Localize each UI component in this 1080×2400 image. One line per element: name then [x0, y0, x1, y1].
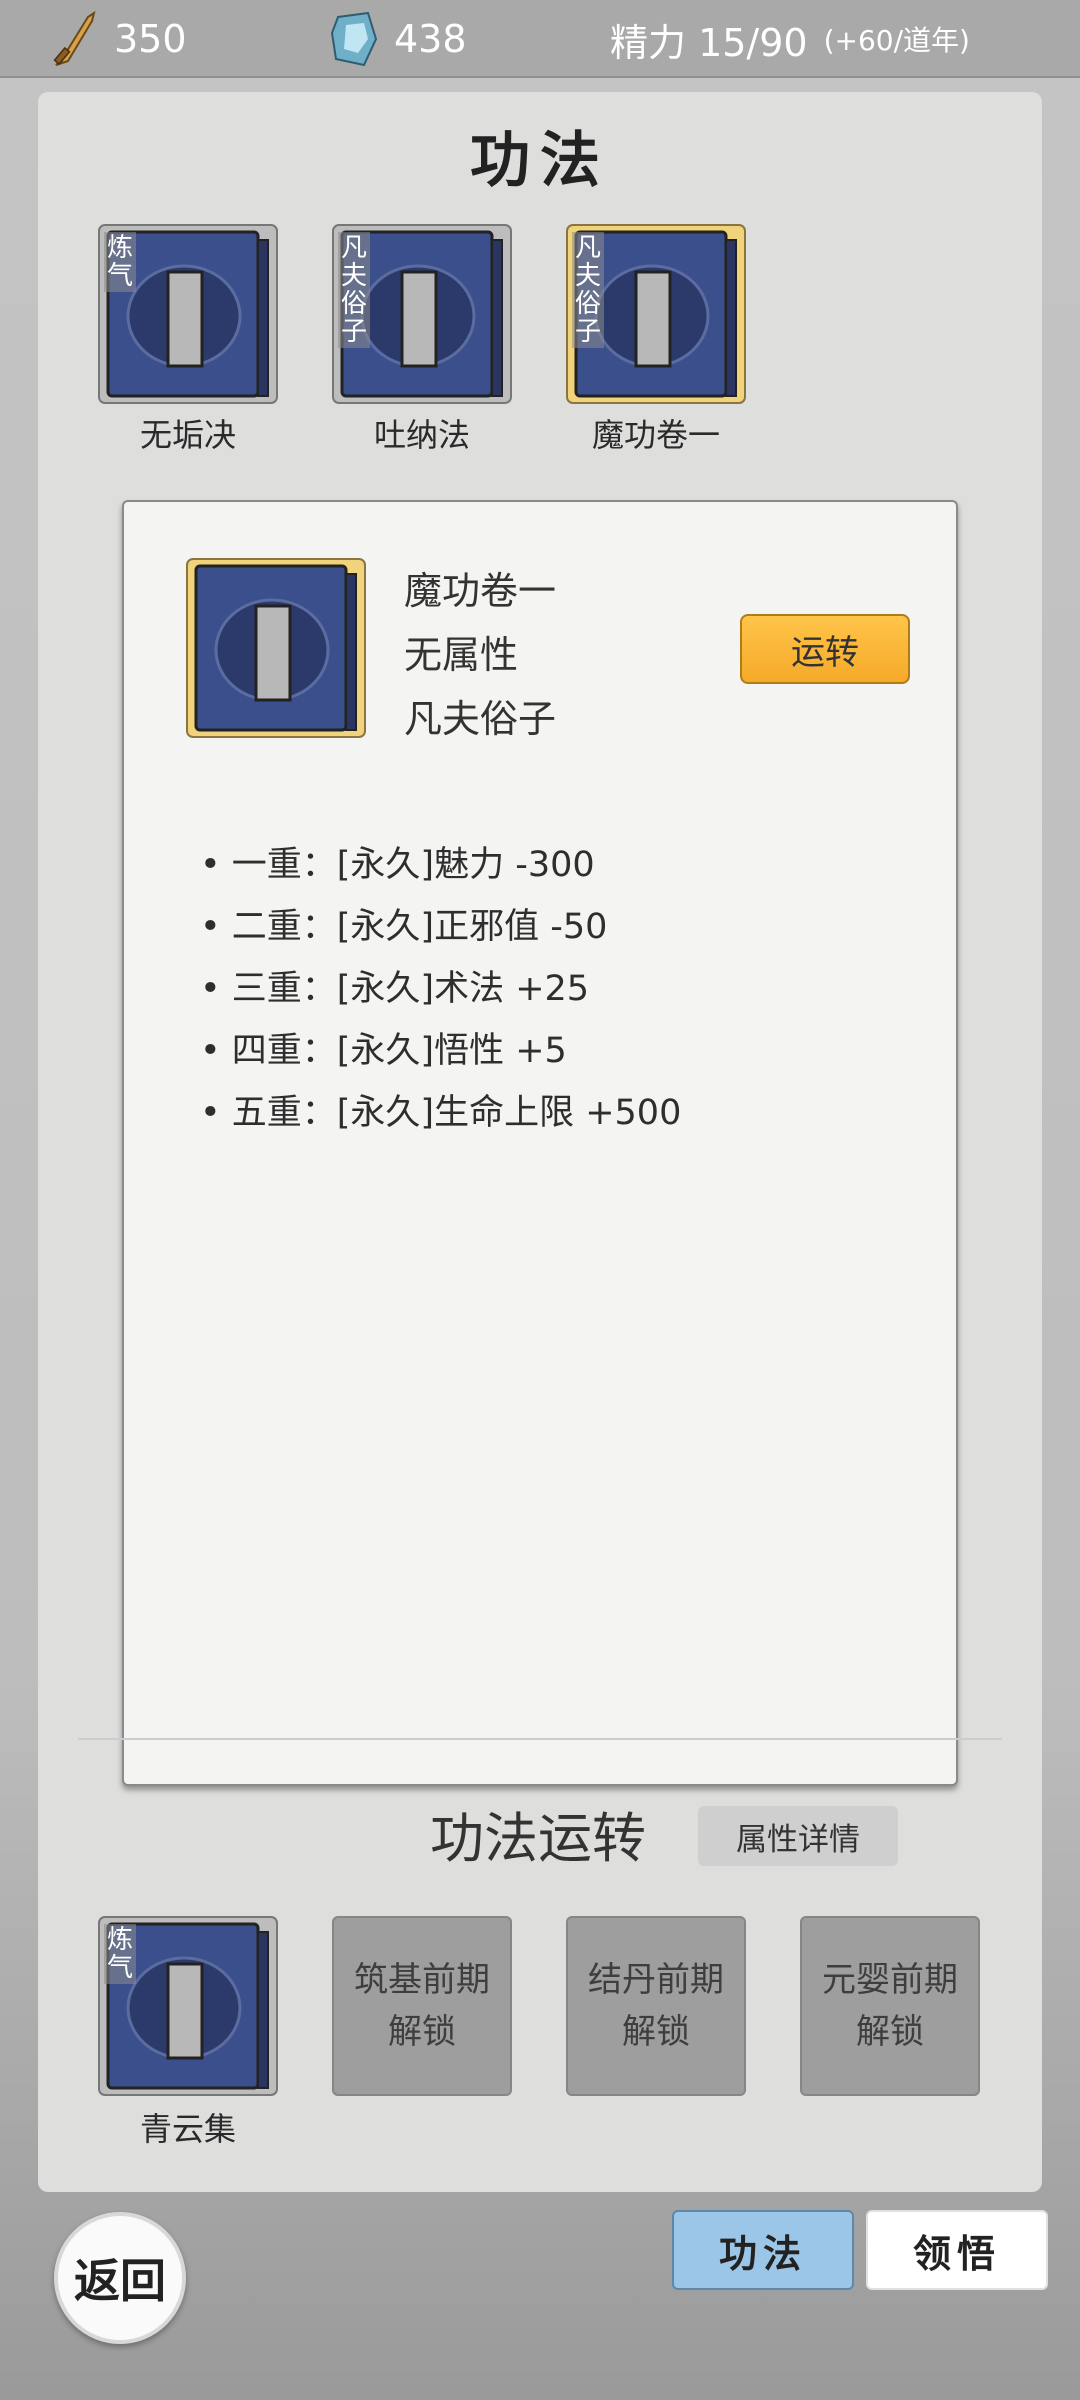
stone-value: 438: [394, 17, 467, 61]
book-tag: 炼气: [104, 1924, 136, 1984]
book-tag: 凡夫俗子: [338, 232, 370, 348]
effect-line-5: • 五重：[永久]生命上限 +500: [200, 1093, 682, 1133]
book-item-1[interactable]: 炼气: [98, 224, 278, 404]
book-name: 吐纳法: [373, 416, 470, 454]
running-book-name: 青云集: [139, 2110, 236, 2148]
sword-icon: [53, 10, 96, 66]
book-item-3-selected[interactable]: 凡夫俗子: [566, 224, 746, 404]
book-tag: 炼气: [104, 232, 136, 292]
detail-skill-name: 魔功卷一: [404, 569, 557, 613]
effect-line-4: • 四重：[永久]悟性 +5: [200, 1031, 567, 1071]
locked-slot-status: 解锁: [856, 2012, 924, 2052]
energy-text: 精力 15/90: [610, 20, 808, 65]
running-section-title: 功法运转: [430, 1807, 646, 1870]
running-slot-1[interactable]: 炼气: [98, 1916, 278, 2096]
effect-line-2: • 二重：[永久]正邪值 -50: [200, 907, 608, 947]
locked-slot-2[interactable]: 筑基前期 解锁: [332, 1916, 512, 2096]
locked-slot-status: 解锁: [622, 2012, 690, 2052]
top-resource-bar: 350 438 精力 15/90 (+60/道年): [0, 0, 1080, 78]
page-title: 功法: [470, 126, 610, 196]
tab-skills[interactable]: 功法: [672, 2210, 854, 2290]
detail-skill-attribute: 无属性: [404, 633, 519, 677]
detail-book-icon-wrap: [186, 558, 366, 738]
stone-resource: 438: [328, 0, 467, 78]
locked-slot-4[interactable]: 元婴前期 解锁: [800, 1916, 980, 2096]
book-item-2[interactable]: 凡夫俗子: [332, 224, 512, 404]
tab-insight[interactable]: 领悟: [866, 2210, 1048, 2290]
locked-slot-status: 解锁: [388, 2012, 456, 2052]
coin-value: 350: [114, 17, 187, 61]
book-name: 魔功卷一: [591, 416, 720, 454]
detail-skill-rank: 凡夫俗子: [404, 697, 557, 741]
section-divider: [78, 1738, 1002, 1740]
run-skill-button[interactable]: 运转: [740, 614, 910, 684]
effect-line-3: • 三重：[永久]术法 +25: [200, 969, 590, 1009]
energy-rate: (+60/道年): [823, 24, 970, 57]
locked-slot-requirement: 元婴前期: [822, 1960, 958, 2000]
attribute-details-button[interactable]: 属性详情: [698, 1806, 898, 1866]
back-button[interactable]: 返回: [54, 2212, 186, 2344]
locked-slot-3[interactable]: 结丹前期 解锁: [566, 1916, 746, 2096]
spirit-stone-icon: [330, 11, 378, 67]
locked-slot-requirement: 结丹前期: [588, 1960, 724, 2000]
coin-resource: 350: [48, 0, 187, 78]
locked-slot-requirement: 筑基前期: [354, 1960, 490, 2000]
book-name: 无垢决: [139, 416, 236, 454]
energy-resource: 精力 15/90 (+60/道年): [610, 0, 970, 78]
book-icon: [186, 558, 366, 738]
book-tag: 凡夫俗子: [572, 232, 604, 348]
effect-line-1: • 一重：[永久]魅力 -300: [200, 845, 595, 885]
